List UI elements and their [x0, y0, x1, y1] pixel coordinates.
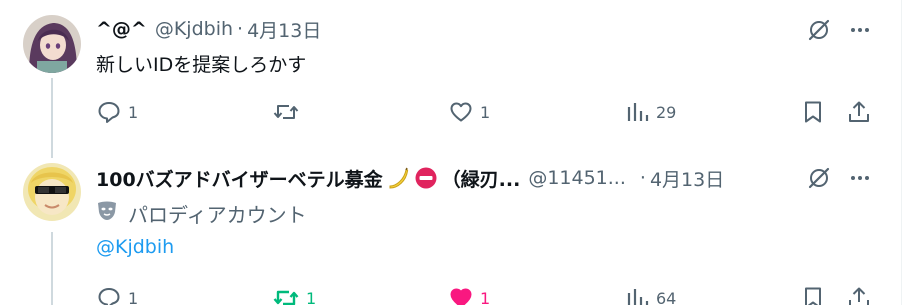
thread-connector-line: [51, 78, 53, 158]
reply-button[interactable]: 1: [96, 283, 138, 305]
display-name[interactable]: ^@^: [96, 18, 147, 40]
like-button[interactable]: 1: [448, 283, 490, 305]
thread-connector-line-bottom: [51, 232, 53, 305]
tweet-header: 100バズアドバイザーベテル募金 （緑刃... @11451... · 4月13…: [96, 164, 724, 192]
tweet-actions: 1 1 29: [96, 97, 886, 127]
bookmark-icon: [805, 287, 821, 305]
retweet-icon: [273, 290, 299, 305]
share-icon: [849, 287, 869, 305]
more-options-button[interactable]: [846, 164, 874, 192]
views-count: 64: [656, 288, 677, 305]
heart-filled-icon: [450, 288, 472, 305]
like-button[interactable]: 1: [448, 97, 490, 127]
like-count: 1: [480, 288, 491, 305]
reply-button[interactable]: 1: [96, 97, 138, 127]
grok-button[interactable]: [805, 164, 833, 192]
more-icon: [851, 28, 869, 32]
reply-count: 1: [128, 288, 139, 305]
bookmark-icon: [805, 101, 821, 123]
retweet-button[interactable]: 1: [272, 283, 316, 305]
more-options-button[interactable]: [846, 16, 874, 44]
separator-dot: ·: [237, 18, 244, 40]
share-button[interactable]: [846, 97, 872, 127]
avatar[interactable]: [23, 163, 81, 221]
anime-girl-avatar: [23, 15, 81, 73]
parody-account-text: パロディアカウント: [128, 202, 307, 227]
tweet-thread: ^@^ @Kjdbih · 4月13日 新しいIDを提案しろかす 1 1 29 …: [0, 0, 915, 305]
reply-to-mention[interactable]: @Kjdbih: [96, 236, 174, 258]
tweet-header: ^@^ @Kjdbih · 4月13日: [96, 15, 321, 43]
display-name[interactable]: 100バズアドバイザーベテル募金: [96, 165, 383, 192]
reply-icon: [98, 288, 120, 305]
reply-icon: [98, 102, 120, 123]
theater-mask-icon: [96, 200, 118, 227]
display-name-suffix[interactable]: （緑刃...: [442, 165, 521, 192]
no-entry-emoji: [414, 166, 438, 190]
parody-account-label: パロディアカウント: [96, 199, 307, 227]
retweet-button[interactable]: [272, 97, 306, 127]
like-count: 1: [480, 102, 491, 122]
column-border: [901, 0, 902, 305]
bookmark-button[interactable]: [800, 283, 826, 305]
timestamp[interactable]: 4月13日: [650, 165, 724, 192]
share-icon: [849, 101, 869, 122]
timestamp[interactable]: 4月13日: [247, 16, 321, 43]
separator-dot: ·: [639, 167, 646, 189]
retweet-count: 1: [306, 288, 317, 305]
more-icon: [851, 176, 869, 180]
retweet-icon: [273, 105, 299, 119]
bookmark-button[interactable]: [800, 97, 826, 127]
views-button[interactable]: 29: [624, 97, 676, 127]
sunglasses-character-avatar: [23, 163, 81, 221]
banana-emoji: [386, 166, 410, 190]
tweet-actions: 1 1 1 64: [96, 283, 886, 305]
handle[interactable]: @11451...: [528, 167, 626, 189]
share-button[interactable]: [846, 283, 872, 305]
avatar[interactable]: [23, 15, 81, 73]
reply-count: 1: [128, 102, 139, 122]
views-button[interactable]: 64: [624, 283, 676, 305]
handle[interactable]: @Kjdbih: [155, 18, 233, 40]
grok-icon: [808, 19, 830, 41]
views-icon: [627, 103, 649, 121]
grok-icon: [808, 167, 830, 189]
views-icon: [627, 289, 649, 305]
tweet-text: 新しいIDを提案しろかす: [96, 54, 307, 76]
views-count: 29: [656, 102, 677, 122]
grok-button[interactable]: [805, 16, 833, 44]
heart-icon: [450, 102, 472, 122]
